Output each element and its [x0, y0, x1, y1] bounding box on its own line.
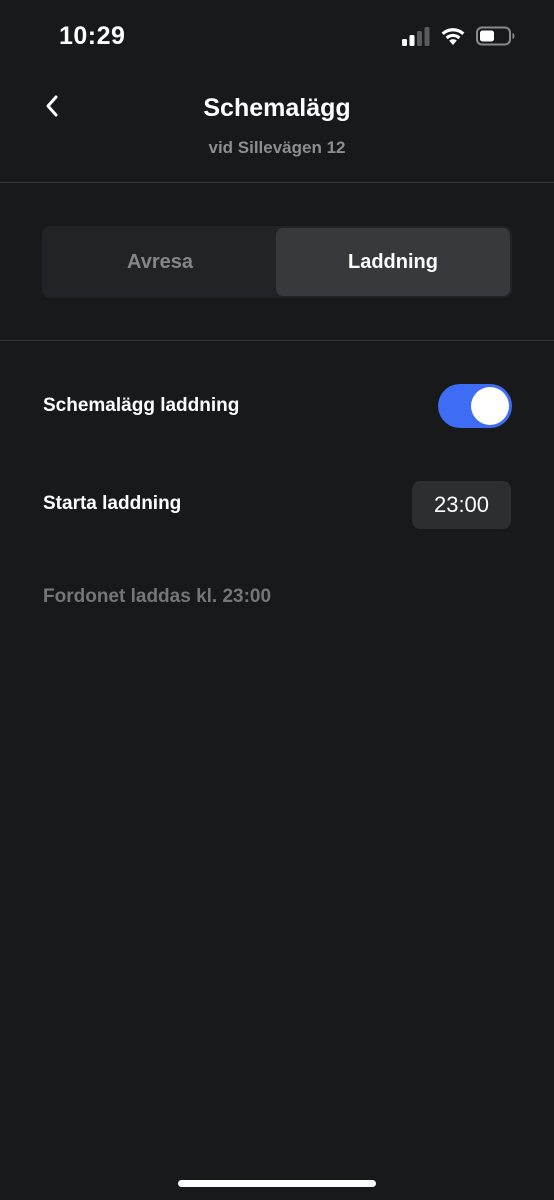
mode-segmented-control: Avresa Laddning	[42, 226, 512, 298]
charging-info-text: Fordonet laddas kl. 23:00	[43, 586, 272, 607]
battery-icon	[476, 26, 515, 46]
home-indicator	[178, 1180, 376, 1187]
wifi-icon	[441, 28, 465, 45]
start-charging-label: Starta laddning	[43, 493, 182, 514]
schedule-charging-toggle[interactable]	[438, 384, 512, 428]
status-icons	[402, 26, 516, 46]
status-bar: 10:29	[0, 0, 554, 74]
status-time: 10:29	[59, 22, 126, 50]
tab-laddning[interactable]: Laddning	[276, 228, 510, 296]
start-time-picker[interactable]: 23:00	[412, 481, 511, 529]
page-subtitle: vid Sillevägen 12	[208, 138, 346, 157]
page-title: Schemalägg	[203, 94, 351, 122]
toggle-knob	[471, 387, 509, 425]
header-divider	[0, 182, 554, 183]
section-divider	[0, 340, 554, 341]
tab-avresa[interactable]: Avresa	[44, 228, 276, 296]
header: Schemalägg vid Sillevägen 12	[0, 74, 554, 182]
schedule-charging-label: Schemalägg laddning	[43, 395, 240, 416]
signal-icon	[402, 27, 430, 46]
